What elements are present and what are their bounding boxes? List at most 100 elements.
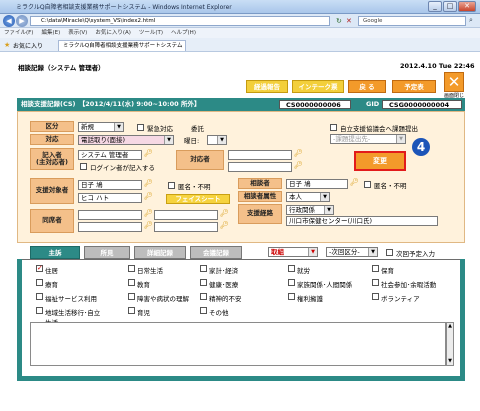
complaint-checkbox[interactable] — [200, 307, 207, 314]
complaint-checkbox[interactable] — [372, 265, 379, 272]
tab-findings[interactable]: 所見 — [84, 246, 130, 259]
responder-input-1[interactable] — [228, 150, 292, 160]
complaint-checkbox[interactable] — [200, 293, 207, 300]
complaint-item[interactable]: 療育 — [36, 279, 58, 289]
complaint-checkbox[interactable] — [36, 293, 43, 300]
consultant-lookup-icon[interactable]: 🔑︎ — [350, 178, 359, 186]
menu-edit[interactable]: 編集(E) — [41, 30, 60, 36]
attendee-lookup-icon-3[interactable]: 🔑︎ — [144, 221, 153, 229]
complaint-item[interactable]: 社会参加･余暇活動 — [372, 279, 436, 289]
browser-tab[interactable]: ミラクルQ自障者相談支援業務サポートシステム — [58, 40, 186, 51]
face-sheet-button[interactable]: フェイスシート — [166, 194, 230, 204]
notes-textarea[interactable] — [30, 322, 446, 366]
complaint-item[interactable]: 家族関係･人間関係 — [288, 279, 352, 289]
complaint-item[interactable]: 保育 — [372, 265, 394, 275]
close-window-button[interactable]: ✕ — [458, 1, 476, 12]
complaint-checkbox[interactable] — [200, 279, 207, 286]
kubun-select[interactable]: 新規 — [78, 122, 124, 132]
complaint-checkbox[interactable] — [36, 307, 43, 314]
complaint-checkbox[interactable] — [288, 279, 295, 286]
login-writer-checkbox[interactable] — [80, 163, 87, 170]
favorites-label[interactable]: お気に入り — [13, 41, 43, 50]
consultant-anonymous-checkbox[interactable] — [364, 181, 371, 188]
complaint-checkbox[interactable] — [288, 293, 295, 300]
consultant-attribute-select[interactable]: 本人 — [286, 192, 330, 202]
complaint-checkbox[interactable] — [288, 265, 295, 272]
council-checkbox[interactable] — [330, 124, 337, 131]
scroll-down-icon[interactable]: ▼ — [447, 358, 453, 364]
route-detail-input[interactable]: 川口市保健センター(川口氏) — [286, 216, 438, 226]
attendee-input-2[interactable] — [154, 210, 218, 220]
route-select[interactable]: 行政関係 — [286, 205, 334, 215]
attendee-lookup-icon-2[interactable]: 🔑︎ — [220, 209, 229, 217]
attendee-input-1[interactable] — [78, 210, 142, 220]
complaint-checkbox[interactable] — [128, 307, 135, 314]
change-button[interactable]: 変更 — [354, 151, 406, 171]
intake-sheet-button[interactable]: インテーク票 — [292, 80, 344, 93]
complaint-item[interactable]: 福祉サービス利用 — [36, 293, 97, 303]
subject-lookup-icon[interactable]: 🔑︎ — [144, 179, 153, 187]
minimize-button[interactable]: _ — [428, 1, 442, 12]
tab-main-complaint[interactable]: 主訴 — [30, 246, 80, 259]
progress-report-button[interactable]: 経過報告 — [246, 80, 288, 93]
menu-help[interactable]: ヘルプ(H) — [171, 30, 196, 36]
next-category-select[interactable]: -次回区分- — [326, 247, 378, 257]
urgent-checkbox[interactable] — [137, 124, 144, 131]
complaint-item[interactable]: その他 — [200, 307, 229, 317]
schedule-button[interactable]: 予定表 — [392, 80, 436, 93]
weekday-select[interactable] — [207, 135, 227, 145]
responder-input-2[interactable] — [228, 162, 292, 172]
complaint-item[interactable]: 健康･医療 — [200, 279, 238, 289]
menu-tools[interactable]: ツール(T) — [139, 30, 163, 36]
complaint-item[interactable]: 精神的不安 — [200, 293, 242, 303]
complaint-checkbox[interactable] — [128, 293, 135, 300]
back-button[interactable]: 戻 る — [348, 80, 386, 93]
back-arrow-icon[interactable]: ◀ — [3, 15, 15, 27]
complaint-checkbox[interactable] — [128, 265, 135, 272]
consultant-name-input[interactable]: 日子 鳩 — [286, 179, 348, 189]
complaint-checkbox[interactable] — [372, 293, 379, 300]
forward-arrow-icon[interactable]: ▶ — [16, 15, 28, 27]
complaint-item[interactable]: ボランティア — [372, 293, 420, 303]
taio-select[interactable]: 電話取り(面接) — [78, 135, 174, 145]
complaint-item[interactable]: 就労 — [288, 265, 310, 275]
complaint-checkbox[interactable] — [36, 264, 43, 272]
complaint-item[interactable]: 障害や病状の理解 — [128, 293, 189, 303]
responder-lookup-icon-2[interactable]: 🔑︎ — [294, 161, 303, 169]
scroll-up-icon[interactable]: ▲ — [447, 323, 453, 329]
close-screen-button[interactable]: ✕ — [444, 72, 464, 92]
complaint-item[interactable]: 育児 — [128, 307, 150, 317]
refresh-icon[interactable]: ↻ — [336, 17, 342, 25]
complaint-checkbox[interactable] — [200, 265, 207, 272]
case-status-select[interactable]: 取組 — [268, 247, 318, 257]
complaint-item[interactable]: 住居 — [36, 264, 58, 275]
complaint-checkbox[interactable] — [372, 279, 379, 286]
complaint-item[interactable]: 家計･経済 — [200, 265, 238, 275]
complaint-checkbox[interactable] — [36, 279, 43, 286]
attendee-lookup-icon-1[interactable]: 🔑︎ — [144, 209, 153, 217]
menu-file[interactable]: ファイル(F) — [4, 30, 33, 36]
writer-input[interactable]: システム 管理者 — [78, 150, 142, 160]
maximize-button[interactable]: □ — [443, 1, 457, 12]
search-icon[interactable]: ⌕ — [469, 16, 473, 25]
subject-anonymous-checkbox[interactable] — [168, 182, 175, 189]
complaint-item[interactable]: 教育 — [128, 279, 150, 289]
writer-lookup-icon[interactable]: 🔑︎ — [144, 149, 153, 157]
search-input[interactable]: Google — [358, 16, 466, 26]
stop-icon[interactable]: ✕ — [346, 17, 352, 25]
issue-destination-select[interactable]: -課題提出先- — [330, 134, 406, 144]
complaint-item[interactable]: 権利擁護 — [288, 293, 323, 303]
responder-lookup-icon-1[interactable]: 🔑︎ — [294, 149, 303, 157]
next-schedule-checkbox[interactable] — [386, 249, 393, 256]
subject-name-input[interactable]: 日子 鳩 — [78, 180, 142, 190]
attendee-input-3[interactable] — [78, 222, 142, 232]
attendee-lookup-icon-4[interactable]: 🔑︎ — [220, 221, 229, 229]
subject-kana-lookup-icon[interactable]: 🔑︎ — [144, 192, 153, 200]
subject-kana-input[interactable]: ヒコ ハト — [78, 193, 142, 203]
complaint-checkbox[interactable] — [128, 279, 135, 286]
tab-detailed-record[interactable]: 詳細記録 — [134, 246, 186, 259]
tab-meeting-record[interactable]: 会議記録 — [190, 246, 242, 259]
url-input[interactable]: C:\data\Miracle\Q\system_VS\index2.html — [30, 16, 330, 26]
menu-view[interactable]: 表示(V) — [68, 30, 87, 36]
notes-scrollbar[interactable]: ▲ ▼ — [446, 322, 454, 366]
